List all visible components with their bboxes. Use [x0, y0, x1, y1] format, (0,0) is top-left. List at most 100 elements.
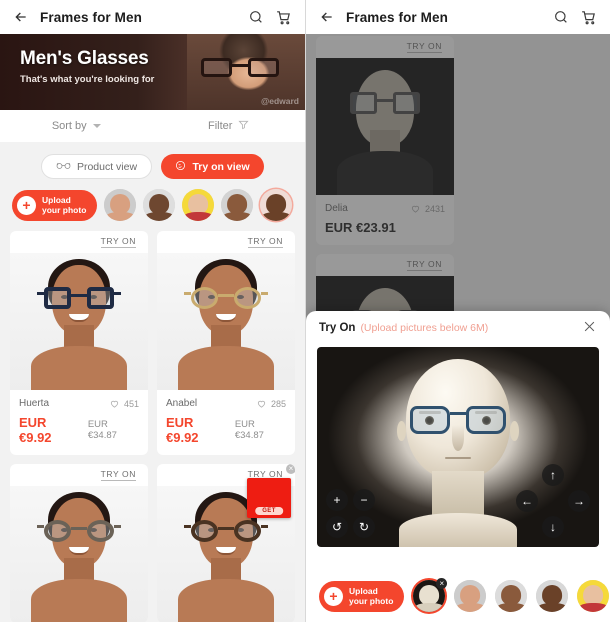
hero-text: Men's Glasses That's what you're looking…	[20, 48, 154, 85]
rotate-right-button[interactable]: ↻	[353, 516, 375, 538]
hero-headline: Men's Glasses	[20, 48, 149, 69]
move-up-button[interactable]: ↑	[542, 464, 564, 486]
like-count[interactable]: 285	[256, 398, 286, 409]
hero-banner[interactable]: Men's Glasses That's what you're looking…	[0, 34, 305, 110]
upload-label: Upload your photo	[349, 586, 393, 606]
avatar-option-2[interactable]	[495, 580, 528, 612]
product-card[interactable]: TRY ON	[10, 464, 148, 622]
upload-label: Upload your photo	[42, 195, 86, 215]
modal-hint: (Upload pictures below 6M)	[360, 322, 489, 334]
filter-button[interactable]: Filter	[153, 119, 306, 133]
product-meta: Huerta 451 EUR €9.92 EUR €34.87	[10, 390, 148, 455]
search-icon[interactable]	[244, 5, 268, 29]
product-card[interactable]: TRY ON	[157, 231, 295, 455]
original-price: EUR €34.87	[87, 419, 117, 441]
advertisement-banner[interactable]: GET	[247, 478, 291, 518]
view-toggle-row: Product view Try on view	[0, 142, 305, 179]
close-circle-icon[interactable]: ×	[286, 464, 295, 474]
avatar-option-2[interactable]	[143, 189, 176, 221]
upload-line1: Upload	[349, 586, 378, 596]
product-try-on-image	[10, 253, 148, 390]
like-count[interactable]: 451	[109, 398, 139, 409]
screenshot-stage: Frames for Men Men's Glasses That's what…	[0, 0, 610, 622]
page-title: Frames for Men	[346, 9, 448, 25]
glasses-icon	[56, 161, 71, 173]
avatar-option-1[interactable]	[454, 580, 487, 612]
avatar-face	[221, 189, 254, 221]
zoom-rotate-controls: + − ↺ ↻	[326, 489, 375, 538]
try-on-modal: Try On (Upload pictures below 6M) + − ↺ …	[306, 311, 610, 622]
avatar-option-3[interactable]	[182, 189, 215, 221]
shopping-cart-icon[interactable]	[271, 5, 295, 29]
move-controls: ↑ ← → ↓	[516, 464, 590, 538]
back-button[interactable]	[316, 6, 338, 28]
try-on-view-label: Try on view	[192, 160, 250, 173]
upload-line2: your photo	[349, 596, 394, 606]
try-on-link[interactable]: TRY ON	[10, 464, 148, 486]
move-down-button[interactable]: ↓	[542, 516, 564, 538]
avatar-strip: + Upload your photo	[0, 179, 305, 231]
heart-icon	[110, 400, 119, 408]
app-header: Frames for Men	[0, 0, 305, 34]
close-icon[interactable]	[582, 319, 597, 338]
avatar-option-4[interactable]	[577, 580, 610, 612]
sort-by-label: Sort by	[51, 120, 87, 132]
rotate-left-button[interactable]: ↺	[326, 516, 348, 538]
right-screen: Frames for Men TRY ON	[305, 0, 610, 622]
filter-label: Filter	[208, 120, 233, 132]
like-count-value: 285	[270, 398, 286, 409]
avatar-face	[495, 580, 528, 612]
upload-line2: your photo	[42, 205, 87, 215]
shopping-cart-icon[interactable]	[576, 5, 600, 29]
avatar-face	[577, 580, 610, 612]
product-name: Anabel	[166, 398, 198, 409]
modal-avatar-strip: + Upload your photo ×	[306, 572, 610, 622]
chevron-down-icon	[92, 124, 101, 128]
move-right-button[interactable]: →	[568, 490, 590, 512]
glasses-overlay	[37, 287, 121, 309]
product-meta: Anabel 285 EUR €9.92 EUR €34.87	[157, 390, 295, 455]
back-button[interactable]	[10, 6, 32, 28]
avatar-face	[260, 189, 293, 221]
sale-price: EUR €9.92	[166, 415, 199, 445]
zoom-out-button[interactable]: −	[353, 489, 375, 511]
avatar-option-5[interactable]	[260, 189, 293, 221]
avatar-face	[182, 189, 215, 221]
try-on-view-button[interactable]: Try on view	[161, 154, 265, 179]
zoom-in-button[interactable]: +	[326, 489, 348, 511]
hero-subhead: That's what you're looking for	[20, 74, 155, 85]
product-view-button[interactable]: Product view	[40, 154, 153, 179]
try-on-label: TRY ON	[247, 236, 283, 248]
heart-icon	[257, 400, 266, 408]
glasses-overlay	[37, 520, 121, 542]
try-on-link[interactable]: TRY ON	[157, 231, 295, 253]
move-left-button[interactable]: ←	[516, 490, 538, 512]
face-scan-icon	[175, 160, 186, 174]
remove-badge-icon[interactable]: ×	[436, 578, 448, 589]
left-screen: Frames for Men Men's Glasses That's what…	[0, 0, 305, 622]
try-on-preview[interactable]: + − ↺ ↻ ↑ ← → ↓	[317, 347, 599, 547]
funnel-icon	[238, 119, 250, 133]
try-on-label: TRY ON	[100, 236, 136, 248]
avatar-face	[454, 580, 487, 612]
product-name: Huerta	[19, 398, 50, 409]
avatar-option-1[interactable]	[104, 189, 137, 221]
try-on-link[interactable]: TRY ON	[10, 231, 148, 253]
product-card[interactable]: TRY ON	[157, 464, 295, 622]
glasses-overlay	[410, 406, 506, 434]
glasses-overlay	[184, 520, 268, 542]
avatar-option-mannequin[interactable]: ×	[413, 578, 448, 612]
upload-your-photo-button[interactable]: + Upload your photo	[319, 580, 405, 612]
sort-by-button[interactable]: Sort by	[0, 120, 153, 132]
glasses-overlay	[184, 287, 268, 309]
upload-line1: Upload	[42, 195, 71, 205]
ad-get-button[interactable]: GET	[255, 507, 283, 515]
avatar-option-3[interactable]	[536, 580, 569, 612]
avatar-option-4[interactable]	[221, 189, 254, 221]
page-title: Frames for Men	[40, 9, 142, 25]
product-card[interactable]: TRY ON	[10, 231, 148, 455]
upload-your-photo-button[interactable]: + Upload your photo	[12, 189, 98, 221]
search-icon[interactable]	[549, 5, 573, 29]
modal-title: Try On	[319, 322, 356, 334]
like-count-value: 451	[123, 398, 139, 409]
